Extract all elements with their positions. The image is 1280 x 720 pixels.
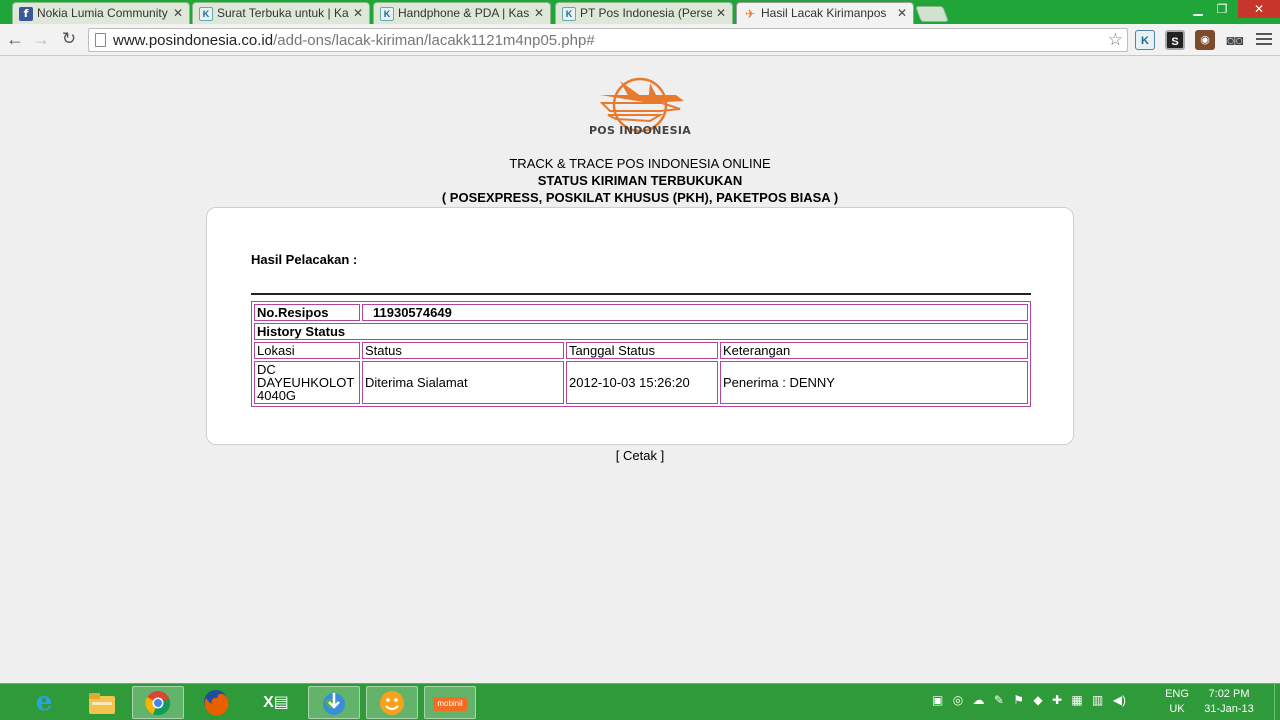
kaskus-icon: K (562, 7, 576, 21)
close-icon[interactable]: ✕ (534, 6, 544, 20)
table-row: DC DAYEUHKOLOT 4040G Diterima Sialamat 201… (254, 361, 1028, 404)
logo-text: POS INDONESIA (588, 124, 692, 137)
address-host: www.posindonesia.co.id (113, 32, 274, 49)
tracking-table: No.Resipos 11930574649 History Status Lo… (251, 301, 1031, 407)
pos-indonesia-icon: ✈ (744, 7, 756, 21)
excel-label: X (263, 694, 274, 711)
tab-handphone-pda[interactable]: K Handphone & PDA | Kask ✕ (373, 2, 551, 24)
page-icon (95, 33, 106, 47)
mobinil-app-icon[interactable]: mobinil (424, 686, 476, 719)
show-desktop-button[interactable] (1274, 684, 1280, 720)
volume-icon[interactable]: ◀) (1113, 693, 1126, 707)
cell-keterangan: Penerima : DENNY (720, 361, 1028, 404)
bookmark-star-icon[interactable]: ☆ (1108, 30, 1123, 50)
page-heading: TRACK & TRACE POS INDONESIA ONLINE (509, 156, 771, 171)
close-icon[interactable]: ✕ (353, 6, 363, 20)
close-icon[interactable]: ✕ (897, 6, 907, 20)
column-header-lokasi: Lokasi (254, 342, 360, 359)
internet-explorer-icon[interactable]: e (18, 686, 70, 719)
browser-tab-strip: f Nokia Lumia Community ✕ K Surat Terbuk… (0, 0, 1280, 24)
page-content: POS INDONESIA TRACK & TRACE POS INDONESI… (0, 57, 1280, 683)
print-link[interactable]: [ Cetak ] (0, 448, 1280, 463)
tab-title: Nokia Lumia Community (37, 6, 168, 20)
facebook-icon: f (19, 7, 33, 21)
result-label: Hasil Pelacakan : (251, 252, 358, 267)
close-icon[interactable]: ✕ (173, 6, 183, 20)
download-manager-icon[interactable] (308, 686, 360, 719)
chrome-icon[interactable] (132, 686, 184, 719)
mobinil-label: mobinil (433, 697, 467, 712)
cell-lokasi: DC DAYEUHKOLOT 4040G (254, 361, 360, 404)
language-code: ENG (1165, 688, 1189, 700)
address-bar[interactable]: www.posindonesia.co.id/add-ons/lacak-kir… (88, 28, 1128, 52)
tray-circle-icon[interactable]: ◎ (953, 693, 963, 707)
firefox-icon[interactable] (190, 686, 242, 719)
tab-nokia-lumia-community[interactable]: f Nokia Lumia Community ✕ (12, 2, 190, 24)
close-icon[interactable]: ✕ (716, 6, 726, 20)
flag-icon[interactable]: ⚑ (1013, 693, 1024, 707)
tray-pen-icon[interactable]: ✎ (994, 693, 1004, 707)
reload-button[interactable]: ↻ (58, 28, 80, 50)
onedrive-icon[interactable]: ☁ (973, 693, 985, 707)
kaskus-icon: K (199, 7, 213, 21)
address-url[interactable]: www.posindonesia.co.id/add-ons/lacak-kir… (113, 32, 595, 49)
cell-tanggal-status: 2012-10-03 15:26:20 (566, 361, 718, 404)
region-code: UK (1169, 703, 1185, 715)
camera-extension-icon[interactable]: ◉ (1195, 30, 1215, 50)
file-explorer-icon[interactable] (76, 686, 128, 719)
excel-icon[interactable]: X▤ (250, 686, 302, 719)
history-row: History Status (254, 323, 1028, 340)
clock-date: 31-Jan-13 (1204, 703, 1254, 715)
tab-title: Handphone & PDA | Kask (398, 6, 530, 20)
receipt-number: 11930574649 (362, 304, 1028, 321)
windows-taskbar: e X▤ mobinil ▣ ◎ ☁ ✎ ⚑ ◆ ✚ ▦ ▥ ◀) ENG UK… (0, 683, 1280, 720)
tray-book-icon[interactable]: ◆ (1033, 693, 1042, 707)
clock-time: 7:02 PM (1208, 688, 1250, 700)
glasses-extension-icon[interactable]: ◙◙ (1225, 30, 1245, 50)
messenger-icon[interactable] (366, 686, 418, 719)
clock[interactable]: 7:02 PM 31-Jan-13 (1198, 687, 1260, 717)
kaskus-icon: K (380, 7, 394, 21)
result-panel: Hasil Pelacakan : No.Resipos 11930574649… (206, 207, 1074, 445)
table-header-row: Lokasi Status Tanggal Status Keterangan (254, 342, 1028, 359)
tab-title: Hasil Lacak Kirimanpos (761, 6, 887, 20)
tab-title: Surat Terbuka untuk | Kask (217, 6, 349, 20)
close-window-button[interactable]: ✕ (1238, 0, 1280, 18)
column-header-status: Status (362, 342, 564, 359)
tray-shield-icon[interactable]: ✚ (1052, 693, 1062, 707)
back-button[interactable]: ← (4, 28, 26, 50)
minimize-button[interactable]: ▁ (1186, 0, 1210, 18)
network-icon[interactable]: ▥ (1092, 693, 1103, 707)
kaskus-extension-icon[interactable]: K (1135, 30, 1155, 50)
tab-surat-terbuka[interactable]: K Surat Terbuka untuk | Kask ✕ (192, 2, 370, 24)
receipt-label: No.Resipos (254, 304, 360, 321)
tab-pt-pos-indonesia[interactable]: K PT Pos Indonesia (Persero ✕ (555, 2, 733, 24)
new-tab-button[interactable] (915, 6, 949, 22)
cell-status: Diterima Sialamat (362, 361, 564, 404)
forward-button[interactable]: → (30, 28, 52, 50)
tab-title: PT Pos Indonesia (Persero (580, 6, 712, 20)
column-header-tanggal-status: Tanggal Status (566, 342, 718, 359)
address-path: /add-ons/lacak-kiriman/lacakk1121m4np05.… (273, 32, 595, 49)
tray-device-icon[interactable]: ▦ (1071, 693, 1082, 707)
lokasi-line: 4040G (257, 388, 297, 403)
service-types-heading: ( POSEXPRESS, POSKILAT KHUSUS (PKH), PAK… (441, 190, 839, 205)
page-subheading: STATUS KIRIMAN TERBUKUKAN (537, 173, 743, 188)
language-indicator[interactable]: ENG UK (1160, 687, 1194, 717)
divider (251, 293, 1031, 295)
system-tray: ▣ ◎ ☁ ✎ ⚑ ◆ ✚ ▦ ▥ ◀) (932, 693, 1132, 713)
tray-app-icon[interactable]: ▣ (932, 693, 943, 707)
receipt-row: No.Resipos 11930574649 (254, 304, 1028, 321)
tab-hasil-lacak-kirimanpos[interactable]: ✈ Hasil Lacak Kirimanpos ✕ (736, 2, 914, 24)
chrome-menu-button[interactable] (1256, 30, 1272, 50)
maximize-button[interactable]: ❐ (1210, 0, 1234, 18)
browser-toolbar: ← → ↻ www.posindonesia.co.id/add-ons/lac… (0, 24, 1280, 56)
s-extension-icon[interactable]: S (1165, 30, 1185, 50)
column-header-keterangan: Keterangan (720, 342, 1028, 359)
history-status-label: History Status (254, 323, 1028, 340)
